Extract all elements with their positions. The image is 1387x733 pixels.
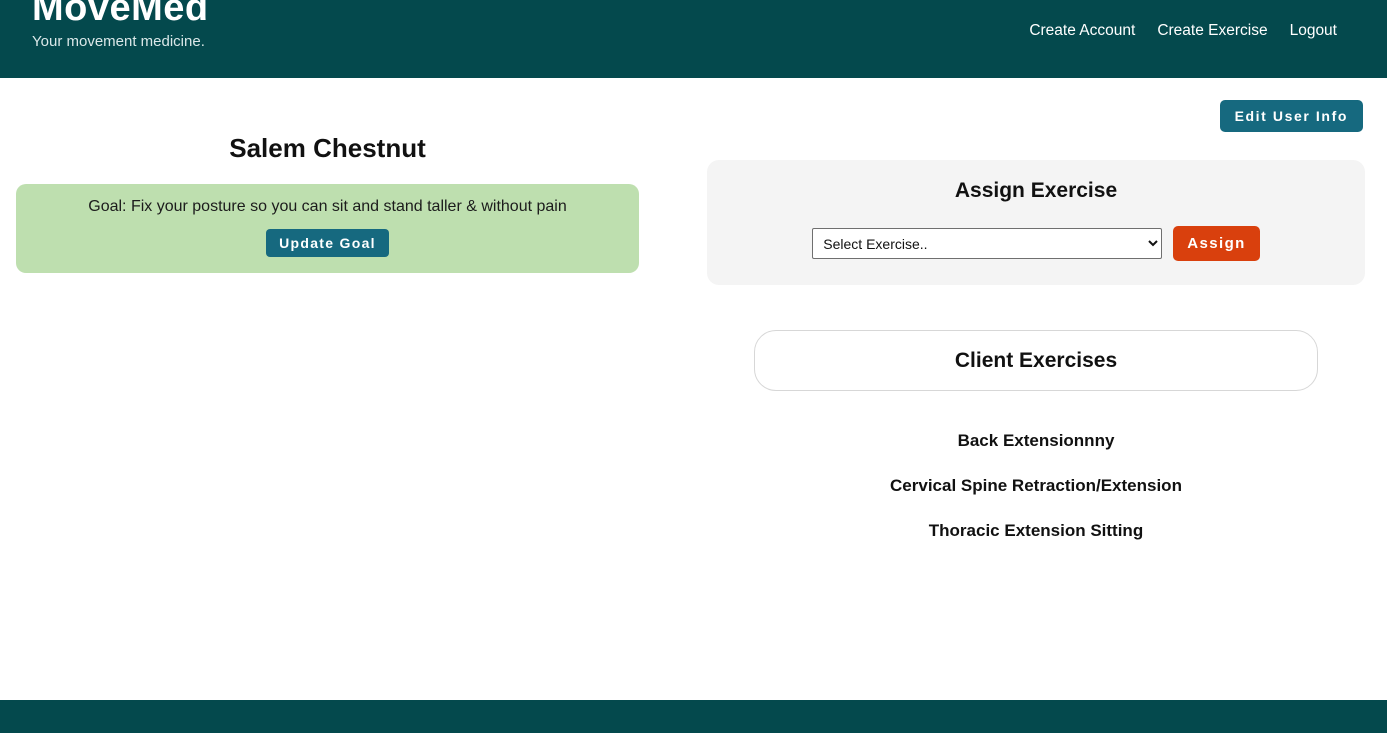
nav-create-account[interactable]: Create Account (1029, 21, 1135, 41)
exercise-select[interactable]: Select Exercise.. (812, 228, 1163, 259)
client-name: Salem Chestnut (229, 133, 426, 163)
assign-controls-row: Select Exercise.. Assign (727, 226, 1345, 261)
main-nav: Create Account Create Exercise Logout (1029, 21, 1337, 41)
brand[interactable]: MoveMed Your movement medicine. (32, 0, 209, 52)
assign-exercise-panel: Assign Exercise Select Exercise.. Assign (707, 160, 1365, 285)
list-item[interactable]: Cervical Spine Retraction/Extension (707, 475, 1365, 497)
brand-logo: MoveMed (32, 0, 209, 29)
exercise-section: Assign Exercise Select Exercise.. Assign… (707, 160, 1365, 542)
client-summary: Salem Chestnut Goal: Fix your posture so… (16, 131, 639, 273)
site-header: MoveMed Your movement medicine. Create A… (0, 0, 1387, 78)
client-exercises-header-box: Client Exercises (754, 330, 1318, 391)
list-item[interactable]: Thoracic Extension Sitting (707, 520, 1365, 542)
site-footer (0, 700, 1387, 733)
goal-text: Goal: Fix your posture so you can sit an… (88, 198, 567, 215)
nav-logout[interactable]: Logout (1290, 21, 1337, 41)
client-exercises-list: Back Extensionnny Cervical Spine Retract… (707, 430, 1365, 542)
update-goal-button[interactable]: Update Goal (266, 229, 389, 257)
assign-button[interactable]: Assign (1173, 226, 1260, 261)
brand-tagline: Your movement medicine. (32, 33, 205, 50)
list-item[interactable]: Back Extensionnny (707, 430, 1365, 452)
nav-create-exercise[interactable]: Create Exercise (1157, 21, 1267, 41)
page-root: MoveMed Your movement medicine. Create A… (0, 0, 1387, 733)
goal-card: Goal: Fix your posture so you can sit an… (16, 184, 639, 273)
client-exercises-title: Client Exercises (954, 349, 1118, 372)
assign-exercise-title: Assign Exercise (954, 179, 1118, 202)
edit-user-info-button[interactable]: Edit User Info (1219, 100, 1363, 132)
